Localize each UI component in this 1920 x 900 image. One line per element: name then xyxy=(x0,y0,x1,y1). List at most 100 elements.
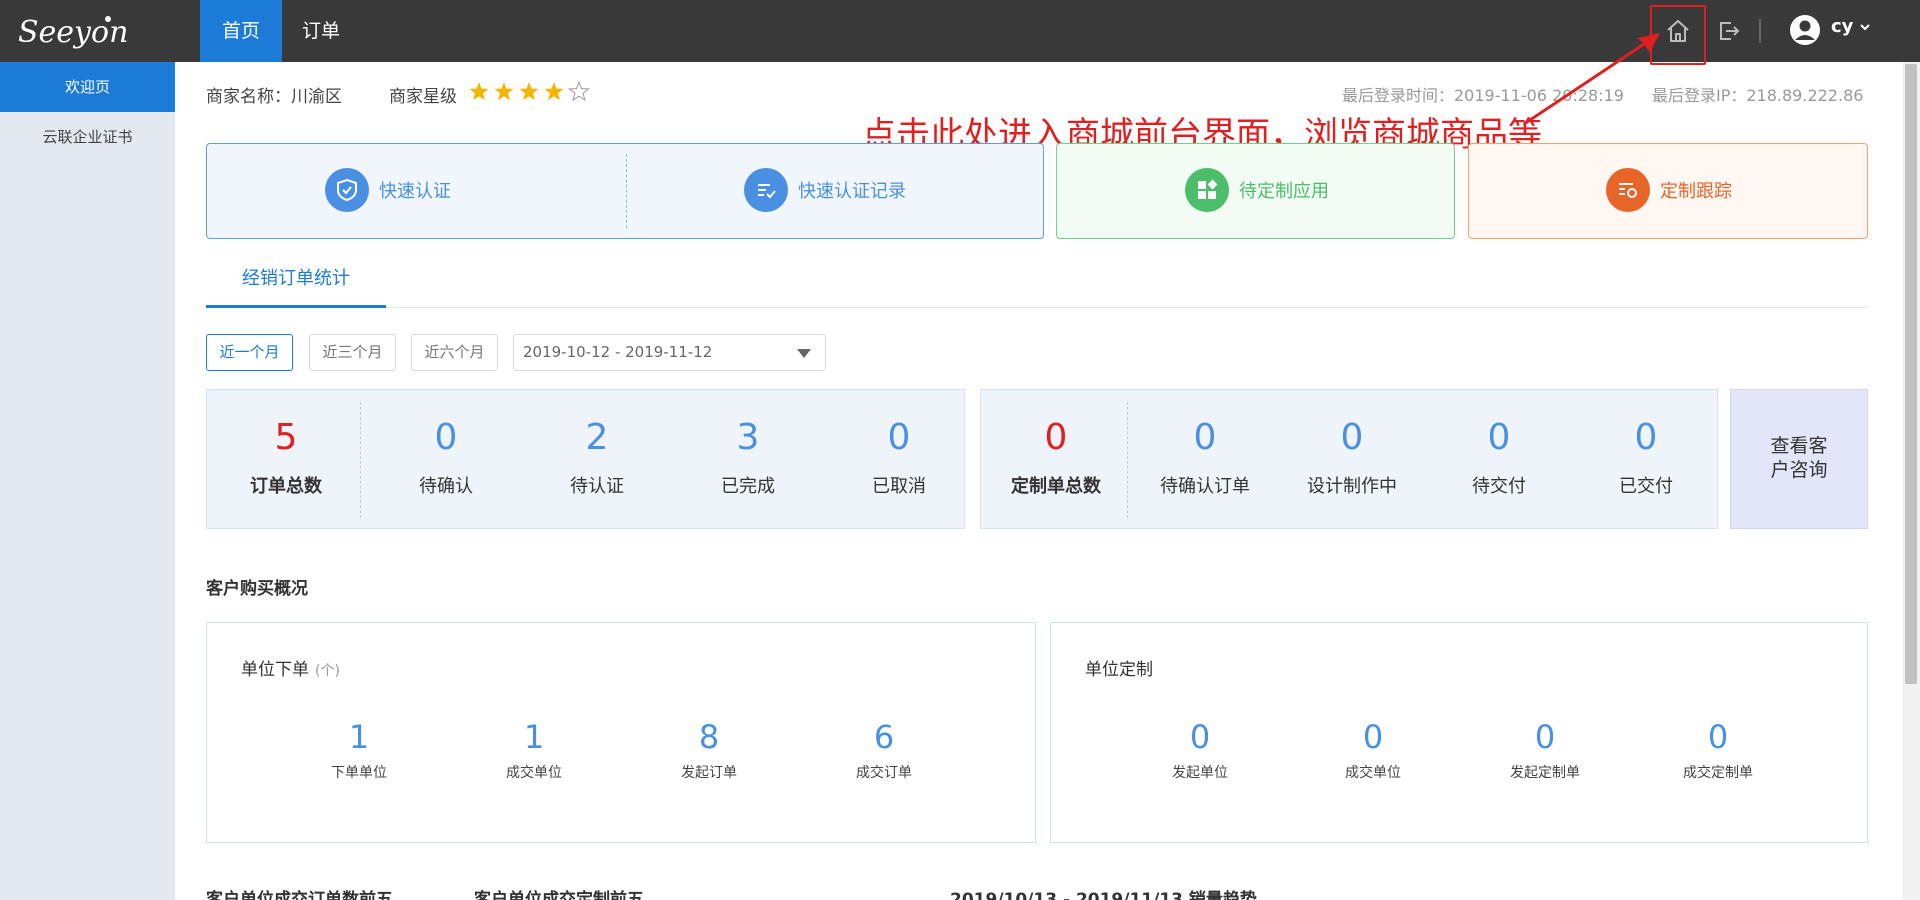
kpi-ordering-units: 1 下单单位 xyxy=(284,718,434,782)
avatar-icon[interactable] xyxy=(1788,13,1822,47)
consult-label: 查看客户咨询 xyxy=(1770,435,1828,481)
stat-pending-delivery[interactable]: 0 待交付 xyxy=(1424,416,1574,498)
quick-cert-card: 快速认证 快速认证记录 xyxy=(206,143,1044,239)
stat-value: 3 xyxy=(736,417,760,458)
custom-tracking-label: 定制跟踪 xyxy=(1660,181,1732,202)
stat-value: 2 xyxy=(585,417,609,458)
kpi-initiated-custom: 0 发起定制单 xyxy=(1470,718,1620,782)
kpi-deal-custom: 0 成交定制单 xyxy=(1643,718,1793,782)
caret-down-icon[interactable] xyxy=(797,349,811,358)
filter-1-month-button[interactable]: 近一个月 xyxy=(206,334,293,371)
kpi-label: 成交单位 xyxy=(506,765,562,781)
stat-pending-cert[interactable]: 2 待认证 xyxy=(522,416,672,498)
top5-order-units-heading: 客户单位成交订单数前五 xyxy=(206,890,393,900)
kpi-label: 下单单位 xyxy=(331,765,387,781)
stat-label: 待确认 xyxy=(419,476,473,497)
merchant-name: 商家名称：川渝区 xyxy=(206,82,342,107)
top5-custom-units-heading: 客户单位成交定制前五 xyxy=(474,890,644,900)
topbar-divider xyxy=(1759,19,1761,43)
filter-3-months-button[interactable]: 近三个月 xyxy=(309,334,396,371)
kpi-label: 成交定制单 xyxy=(1683,765,1753,781)
card-divider xyxy=(626,154,627,228)
stat-label: 已交付 xyxy=(1619,476,1673,497)
kpi-label: 成交订单 xyxy=(856,765,912,781)
unit-orders-card: 单位下单 (个) 1 下单单位 1 成交单位 8 发起订单 6 成交订单 xyxy=(206,622,1036,843)
stat-label: 订单总数 xyxy=(250,476,322,497)
unit-custom-title: 单位定制 xyxy=(1085,660,1153,680)
order-stats-panel: 5 订单总数 0 待确认 2 待认证 3 已完成 0 已取消 xyxy=(206,389,965,529)
stat-label: 设计制作中 xyxy=(1307,476,1397,497)
pending-custom-button[interactable]: 待定制应用 xyxy=(1185,168,1329,212)
kpi-value: 1 xyxy=(523,718,545,756)
custom-tracking-button[interactable]: 定制跟踪 xyxy=(1606,168,1732,212)
stat-custom-total[interactable]: 0 定制单总数 xyxy=(981,416,1131,498)
stat-pending-confirm[interactable]: 0 待确认 xyxy=(371,416,521,498)
apps-grid-icon xyxy=(1185,168,1229,212)
stat-value: 0 xyxy=(1340,417,1364,458)
star-rating xyxy=(469,80,590,102)
tracking-icon xyxy=(1606,168,1650,212)
kpi-initiated-orders: 8 发起订单 xyxy=(634,718,784,782)
kpi-value: 6 xyxy=(873,718,895,756)
stat-label: 定制单总数 xyxy=(1011,476,1101,497)
date-range-picker[interactable]: 2019-10-12 - 2019-11-12 xyxy=(513,334,826,371)
stat-value: 0 xyxy=(1044,417,1068,458)
stat-delivered[interactable]: 0 已交付 xyxy=(1571,416,1721,498)
merchant-name-label: 商家名称： xyxy=(206,87,291,107)
tab-active-underline xyxy=(206,305,386,308)
nav-tab-order[interactable]: 订单 xyxy=(282,0,360,62)
sidebar-item-enterprise-cert[interactable]: 云联企业证书 xyxy=(0,112,175,162)
stat-value: 5 xyxy=(274,417,298,458)
quick-cert-button[interactable]: 快速认证 xyxy=(325,168,451,212)
tab-dealer-order-stats[interactable]: 经销订单统计 xyxy=(206,264,386,290)
seeyon-logo[interactable]: Seeyon xyxy=(12,10,142,52)
list-check-icon xyxy=(744,168,788,212)
view-customer-consult-button[interactable]: 查看客户咨询 xyxy=(1730,389,1868,529)
stat-divider xyxy=(1127,402,1128,518)
scrollbar-thumb[interactable] xyxy=(1905,64,1917,684)
sidebar-item-welcome[interactable]: 欢迎页 xyxy=(0,62,175,112)
stat-value: 0 xyxy=(434,417,458,458)
stat-order-total[interactable]: 5 订单总数 xyxy=(211,416,361,498)
kpi-deal-orders: 6 成交订单 xyxy=(809,718,959,782)
stat-designing[interactable]: 0 设计制作中 xyxy=(1277,416,1427,498)
stat-label: 待交付 xyxy=(1472,476,1526,497)
kpi-deal-units: 0 成交单位 xyxy=(1298,718,1448,782)
logo-text: Seeyon xyxy=(18,15,128,50)
pending-custom-label: 待定制应用 xyxy=(1239,181,1329,202)
quick-cert-record-button[interactable]: 快速认证记录 xyxy=(744,168,906,212)
custom-stats-panel: 0 定制单总数 0 待确认订单 0 设计制作中 0 待交付 0 已交付 xyxy=(980,389,1718,529)
merchant-name-value: 川渝区 xyxy=(291,87,342,107)
stat-value: 0 xyxy=(887,417,911,458)
star-filled-icon xyxy=(494,82,514,101)
unit-orders-title: 单位下单 (个) xyxy=(241,655,340,680)
pending-custom-card: 待定制应用 xyxy=(1056,143,1455,239)
chevron-down-icon[interactable] xyxy=(1858,20,1872,34)
kpi-initiating-units: 0 发起单位 xyxy=(1125,718,1275,782)
nav-tab-home[interactable]: 首页 xyxy=(200,0,282,62)
username[interactable]: cy xyxy=(1831,16,1853,37)
unit-orders-title-text: 单位下单 xyxy=(241,660,309,680)
kpi-value: 0 xyxy=(1534,718,1556,756)
annotation-arrow xyxy=(1523,33,1660,126)
stat-value: 0 xyxy=(1193,417,1217,458)
kpi-value: 0 xyxy=(1189,718,1211,756)
customer-overview-title: 客户购买概况 xyxy=(206,579,308,599)
kpi-value: 8 xyxy=(698,718,720,756)
shield-check-icon xyxy=(325,168,369,212)
unit-orders-unit: (个) xyxy=(315,663,340,679)
star-filled-icon xyxy=(519,82,539,101)
section-divider xyxy=(206,307,1868,308)
filter-6-months-button[interactable]: 近六个月 xyxy=(411,334,498,371)
kpi-deal-units: 1 成交单位 xyxy=(459,718,609,782)
stat-completed[interactable]: 3 已完成 xyxy=(673,416,823,498)
merchant-rating-label: 商家星级 xyxy=(389,87,457,107)
unit-custom-card: 单位定制 0 发起单位 0 成交单位 0 发起定制单 0 成交定制单 xyxy=(1050,622,1868,843)
stat-divider xyxy=(360,402,361,518)
kpi-label: 发起单位 xyxy=(1172,765,1228,781)
logout-icon[interactable] xyxy=(1711,14,1745,48)
quick-cert-label: 快速认证 xyxy=(379,181,451,202)
stat-cancelled[interactable]: 0 已取消 xyxy=(824,416,974,498)
stat-pending-confirm-order[interactable]: 0 待确认订单 xyxy=(1130,416,1280,498)
custom-tracking-card: 定制跟踪 xyxy=(1468,143,1868,239)
